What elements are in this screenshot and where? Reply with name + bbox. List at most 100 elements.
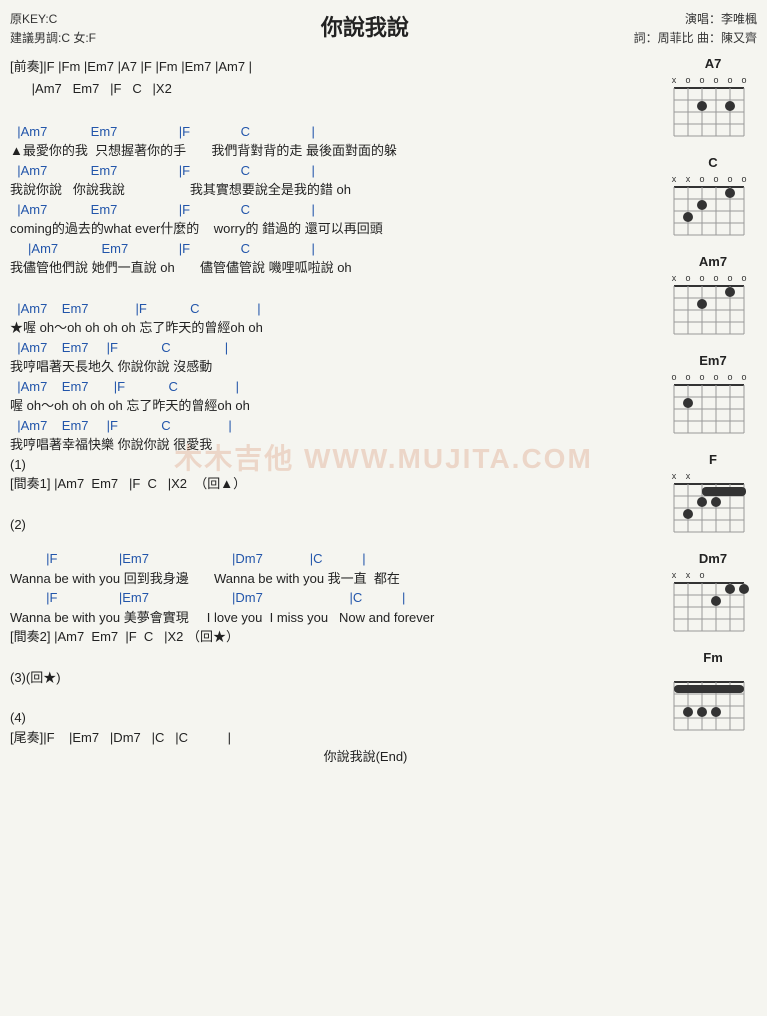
suggestion: 建議男調:C 女:F (10, 29, 96, 48)
intro-chords2: |Am7 Em7 |F C |X2 (10, 81, 172, 96)
svg-text:o: o (699, 75, 704, 85)
lyric-row-2: 我說你說 你說我說 我其實想要說全是我的錯 oh (10, 180, 661, 200)
chord-diagram-a7: A7 x o o o o o (669, 56, 757, 145)
chorus-lyric-2: 我哼唱著天長地久 你說你說 沒感動 (10, 357, 661, 377)
chord-row-3: |Am7 Em7 |F C | (10, 200, 661, 220)
outro-lyric: 你說我說(End) (10, 747, 661, 767)
chord-row-4: |Am7 Em7 |F C | (10, 239, 661, 259)
svg-text:o: o (713, 75, 718, 85)
interlude2-line: [間奏2] |Am7 Em7 |F C |X2 （回★） (10, 627, 661, 647)
svg-text:o: o (727, 273, 732, 283)
label-4: (4) (10, 708, 661, 728)
chord-svg-a7: x o o o o o (669, 73, 749, 145)
svg-text:o: o (685, 75, 690, 85)
svg-text:o: o (741, 174, 746, 184)
chorus-lyric-3: 喔 oh～oh oh oh oh 忘了昨天的曾經oh oh (10, 396, 661, 416)
lyric-row-4: 我儘管他們說 她們一直說 oh 儘管儘管說 嘰哩呱啦說 oh (10, 258, 661, 278)
svg-text:x: x (672, 273, 677, 283)
chorus-lyric-1: ★喔 oh～oh oh oh oh 忘了昨天的曾經oh oh (10, 318, 661, 338)
svg-text:o: o (699, 372, 704, 382)
header-right: 演唱：李唯楓 詞：周菲比 曲：陳又齊 (634, 10, 757, 48)
svg-text:o: o (741, 372, 746, 382)
intro-line1: [前奏]|F |Fm |Em7 |A7 |F |Fm |Em7 |Am7 | (10, 56, 661, 78)
intro-chords1: |F |Fm |Em7 |A7 |F |Fm |Em7 |Am7 | (43, 59, 252, 74)
chord-diagrams: A7 x o o o o o (669, 56, 757, 772)
svg-text:o: o (699, 273, 704, 283)
interlude1-line: [間奏1] |Am7 Em7 |F C |X2 （回▲） (10, 474, 661, 494)
s2-lyric-2: Wanna be with you 美夢會實現 I love you I mis… (10, 608, 661, 628)
chorus-chord-4: |Am7 Em7 |F C | (10, 416, 661, 436)
svg-text:o: o (699, 174, 704, 184)
svg-text:o: o (741, 75, 746, 85)
svg-text:o: o (685, 273, 690, 283)
key-info: 原KEY:C (10, 10, 96, 29)
svg-text:x: x (672, 471, 677, 481)
chorus-chord-1: |Am7 Em7 |F C | (10, 299, 661, 319)
chord-row-2: |Am7 Em7 |F C | (10, 161, 661, 181)
svg-text:o: o (727, 174, 732, 184)
intro-line2: |Am7 Em7 |F C |X2 (10, 78, 661, 100)
section2: (2) |F |Em7 |Dm7 |C | Wanna be with you … (10, 515, 661, 647)
chord-name-a7: A7 (669, 56, 757, 71)
chord-row-1: |Am7 Em7 |F C | (10, 122, 661, 142)
section3: (3)(回★) (10, 668, 661, 688)
chord-diagram-f: F x x (669, 452, 757, 541)
section4: (4) [尾奏]|F |Em7 |Dm7 |C |C | 你說我說(End) (10, 708, 661, 767)
verse1-section: |Am7 Em7 |F C | ▲最愛你的我 只想握著你的手 我們背對背的走 最… (10, 122, 661, 278)
chorus-lyric-4: 我哼唱著幸福快樂 你說你說 很愛我 (10, 435, 661, 455)
svg-text:x: x (686, 471, 691, 481)
chord-diagram-am7: Am7 x o o o o o (669, 254, 757, 343)
svg-text:o: o (713, 372, 718, 382)
svg-text:o: o (699, 570, 704, 580)
content-area: [前奏]|F |Fm |Em7 |A7 |F |Fm |Em7 |Am7 | |… (10, 56, 757, 772)
chorus-chord-2: |Am7 Em7 |F C | (10, 338, 661, 358)
chord-diagram-dm7: Dm7 x x o (669, 551, 757, 640)
chord-svg-em7: o o o o o o (669, 370, 749, 442)
chord-svg-f: x x (669, 469, 749, 541)
s2-chord-1: |F |Em7 |Dm7 |C | (10, 549, 661, 569)
chord-name-fm: Fm (669, 650, 757, 665)
svg-text:x: x (686, 570, 691, 580)
header-left: 原KEY:C 建議男調:C 女:F (10, 10, 96, 48)
svg-text:o: o (713, 273, 718, 283)
svg-text:o: o (727, 372, 732, 382)
song-title: 你說我說 (96, 10, 634, 42)
svg-text:o: o (741, 273, 746, 283)
chord-svg-fm (669, 667, 749, 739)
lyric-row-3: coming的過去的what ever什麼的 worry的 錯過的 還可以再回頭 (10, 219, 661, 239)
svg-text:o: o (685, 372, 690, 382)
chord-svg-dm7: x x o (669, 568, 749, 640)
chorus-chord-3: |Am7 Em7 |F C | (10, 377, 661, 397)
lyric-row-1: ▲最愛你的我 只想握著你的手 我們背對背的走 最後面對面的躲 (10, 141, 661, 161)
s2-lyric-1: Wanna be with you 回到我身邊 Wanna be with yo… (10, 569, 661, 589)
svg-text:x: x (672, 174, 677, 184)
chorus-section: |Am7 Em7 |F C | ★喔 oh～oh oh oh oh 忘了昨天的曾… (10, 299, 661, 494)
chord-name-am7: Am7 (669, 254, 757, 269)
svg-text:o: o (713, 174, 718, 184)
label-2: (2) (10, 515, 661, 535)
page: 原KEY:C 建議男調:C 女:F 你說我說 演唱：李唯楓 詞：周菲比 曲：陳又… (0, 0, 767, 1016)
svg-text:o: o (727, 75, 732, 85)
svg-text:x: x (686, 174, 691, 184)
chord-diagram-fm: Fm (669, 650, 757, 739)
chord-diagram-em7: Em7 o o o o o o (669, 353, 757, 442)
chord-name-c: C (669, 155, 757, 170)
chord-svg-c: x x o o o o (669, 172, 749, 244)
svg-text:x: x (672, 570, 677, 580)
intro-label: [前奏] (10, 59, 43, 74)
svg-text:o: o (671, 372, 676, 382)
chord-name-f: F (669, 452, 757, 467)
main-content: [前奏]|F |Fm |Em7 |A7 |F |Fm |Em7 |Am7 | |… (10, 56, 661, 772)
header: 原KEY:C 建議男調:C 女:F 你說我說 演唱：李唯楓 詞：周菲比 曲：陳又… (10, 10, 757, 48)
chord-diagram-c: C x x o o o o (669, 155, 757, 244)
label-1: (1) (10, 455, 661, 475)
chord-name-dm7: Dm7 (669, 551, 757, 566)
s2-chord-2: |F |Em7 |Dm7 |C | (10, 588, 661, 608)
label-3: (3)(回★) (10, 668, 661, 688)
svg-text:x: x (672, 75, 677, 85)
intro-section: [前奏]|F |Fm |Em7 |A7 |F |Fm |Em7 |Am7 | |… (10, 56, 661, 100)
singer: 演唱：李唯楓 (634, 10, 757, 29)
chord-name-em7: Em7 (669, 353, 757, 368)
outro-line: [尾奏]|F |Em7 |Dm7 |C |C | (10, 728, 661, 748)
lyricist: 詞：周菲比 曲：陳又齊 (634, 29, 757, 48)
